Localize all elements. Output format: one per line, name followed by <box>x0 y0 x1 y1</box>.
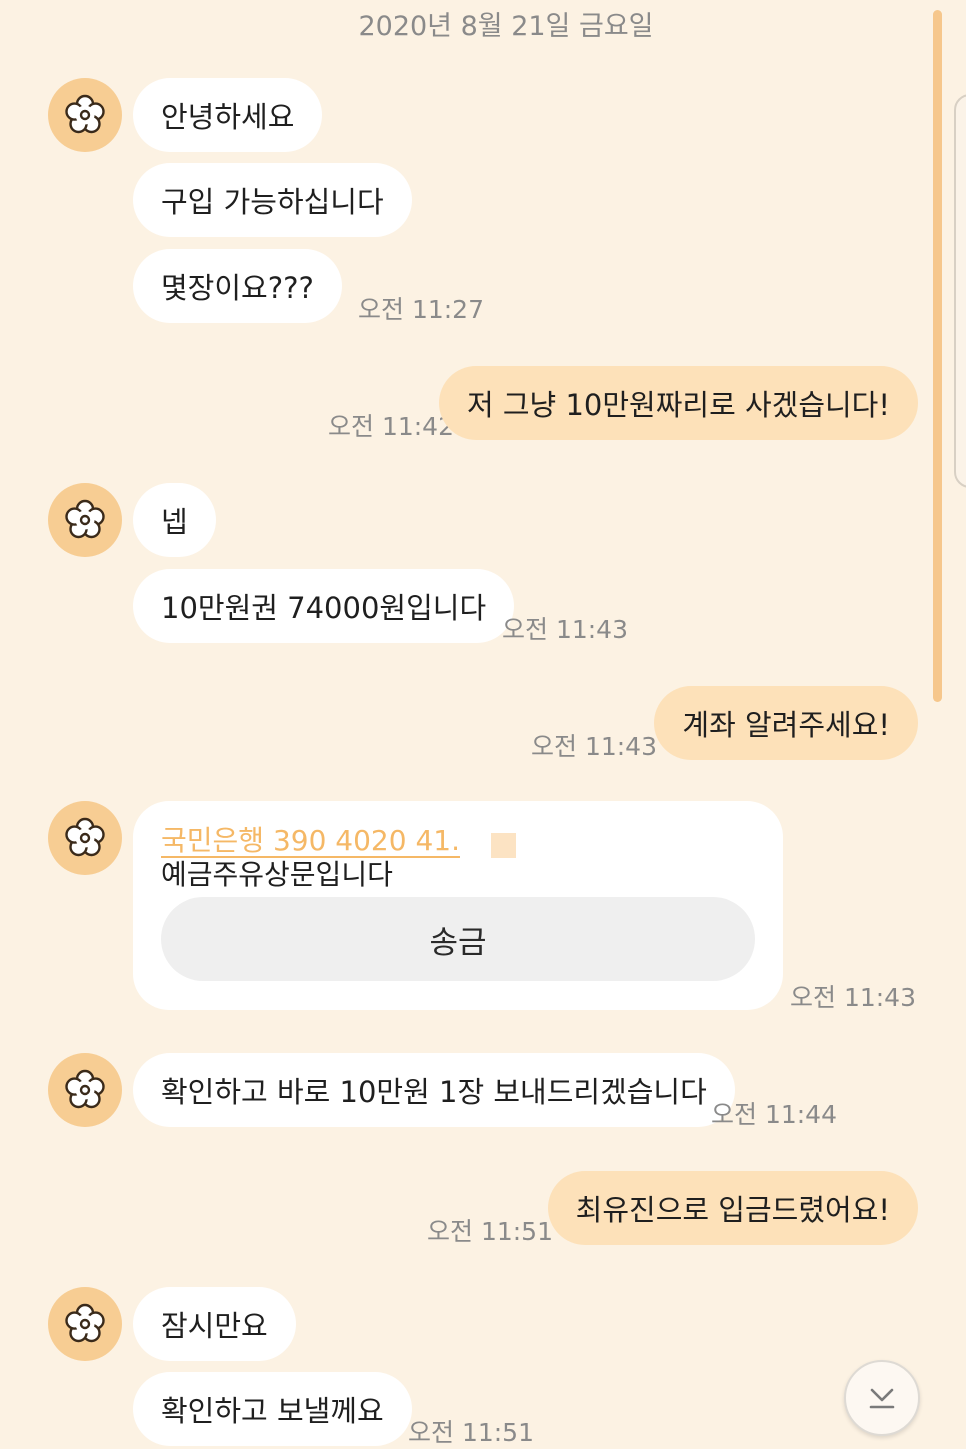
incoming-message[interactable]: 잠시만요 <box>133 1287 296 1361</box>
message-time: 오전 11:51 <box>427 1217 553 1246</box>
chevron-down-icon <box>869 1388 895 1409</box>
account-message-card: 국민은행 390 4020 41. 예금주유상문입니다 송금 <box>133 801 783 1010</box>
message-text: 저 그냥 10만원짜리로 사겠습니다! <box>466 388 890 422</box>
scroll-to-bottom-button[interactable] <box>844 1360 920 1436</box>
copy-icon[interactable] <box>491 833 516 858</box>
incoming-message[interactable]: 구입 가능하십니다 <box>133 163 412 237</box>
sender-avatar[interactable] <box>48 1287 122 1361</box>
message-text: 확인하고 보낼께요 <box>161 1394 384 1428</box>
incoming-message[interactable]: 넵 <box>133 483 216 557</box>
message-time: 오전 11:27 <box>358 295 484 324</box>
outgoing-message[interactable]: 계좌 알려주세요! <box>654 686 918 760</box>
incoming-message[interactable]: 확인하고 바로 10만원 1장 보내드리겠습니다 <box>133 1053 735 1127</box>
flower-icon <box>65 94 105 134</box>
message-text: 넵 <box>161 505 188 539</box>
flower-icon <box>65 817 105 857</box>
flower-icon <box>65 1303 105 1343</box>
edge-panel-handle[interactable] <box>954 94 966 488</box>
flower-icon <box>65 499 105 539</box>
date-header: 2020년 8월 21일 금요일 <box>358 11 654 42</box>
sender-avatar[interactable] <box>48 78 122 152</box>
message-time: 오전 11:51 <box>408 1418 534 1447</box>
message-time: 오전 11:43 <box>790 983 916 1012</box>
message-text: 잠시만요 <box>161 1309 268 1343</box>
message-text: 최유진으로 입금드렸어요! <box>575 1193 890 1227</box>
message-text: 계좌 알려주세요! <box>682 708 890 742</box>
sender-avatar[interactable] <box>48 801 122 875</box>
incoming-message[interactable]: 확인하고 보낼께요 <box>133 1372 412 1446</box>
message-text: 안녕하세요 <box>161 100 295 134</box>
outgoing-message[interactable]: 최유진으로 입금드렸어요! <box>547 1171 918 1245</box>
incoming-message[interactable]: 10만원권 74000원입니다 <box>133 569 515 643</box>
message-time: 오전 11:42 <box>328 412 454 441</box>
message-time: 오전 11:43 <box>531 732 657 761</box>
transfer-button[interactable]: 송금 <box>161 897 755 981</box>
incoming-message[interactable]: 몇장이요??? <box>133 249 342 323</box>
message-text: 몇장이요??? <box>161 271 314 305</box>
sender-avatar[interactable] <box>48 483 122 557</box>
message-text: 10만원권 74000원입니다 <box>161 591 487 625</box>
message-text: 구입 가능하십니다 <box>161 185 384 219</box>
outgoing-message[interactable]: 저 그냥 10만원짜리로 사겠습니다! <box>438 366 918 440</box>
incoming-message[interactable]: 안녕하세요 <box>133 78 323 152</box>
account-holder-text: 예금주유상문입니다 <box>161 858 393 891</box>
sender-avatar[interactable] <box>48 1053 122 1127</box>
scrollbar[interactable] <box>933 10 942 702</box>
message-time: 오전 11:43 <box>502 615 628 644</box>
flower-icon <box>65 1069 105 1109</box>
message-text: 확인하고 바로 10만원 1장 보내드리겠습니다 <box>161 1075 707 1109</box>
message-time: 오전 11:44 <box>711 1100 837 1129</box>
